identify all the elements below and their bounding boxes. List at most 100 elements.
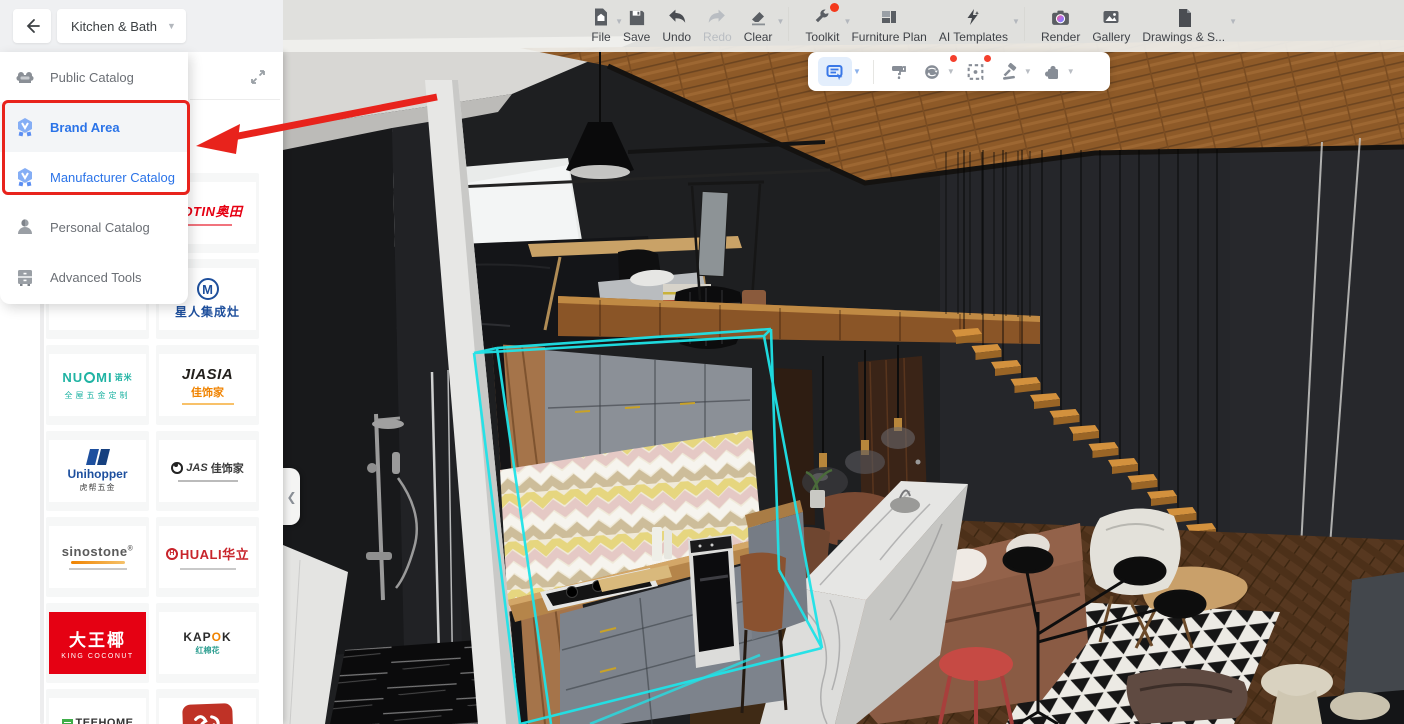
- caret-down-icon: ▼: [1066, 67, 1075, 76]
- notification-dot: [830, 3, 840, 12]
- annotate-tool-button[interactable]: ▼: [816, 55, 863, 88]
- brand-tile-huali[interactable]: H HUALI华立: [156, 517, 259, 597]
- panel-divider: [190, 99, 280, 100]
- category-label: Kitchen & Bath: [71, 18, 157, 34]
- app-window: ▼ File Save Undo Redo ▼ Clear ▼ Toolkit …: [0, 0, 1404, 724]
- redo-icon: [707, 5, 728, 29]
- brand-badge-icon: [18, 168, 32, 187]
- plugins-button[interactable]: ▼: [1038, 57, 1077, 87]
- file-icon: [591, 5, 611, 29]
- menu-item-advanced-tools[interactable]: Advanced Tools: [0, 252, 188, 302]
- undo-button[interactable]: Undo: [656, 3, 697, 46]
- brand-tile-sinostone[interactable]: sinostone®: [46, 517, 149, 597]
- render-button[interactable]: Render: [1035, 3, 1086, 46]
- save-button[interactable]: Save: [617, 3, 656, 46]
- menu-item-brand-area[interactable]: Brand Area: [0, 102, 188, 152]
- brand-logo-sinostone: sinostone®: [61, 544, 134, 559]
- gavel-tool-button[interactable]: ▼: [995, 57, 1034, 87]
- back-button[interactable]: [13, 9, 51, 43]
- logo-tagline-bar: [183, 223, 232, 226]
- document-icon: [1174, 5, 1194, 29]
- person-icon: [18, 219, 32, 234]
- drawings-button[interactable]: ▼ Drawings & S...: [1136, 3, 1237, 46]
- notification-dot: [982, 53, 992, 63]
- brand-logo-xingren: 星人集成灶: [174, 305, 240, 319]
- drawer-icon: [18, 270, 32, 286]
- file-button[interactable]: ▼ File: [585, 3, 623, 46]
- furniture-plan-button[interactable]: Furniture Plan: [845, 3, 932, 46]
- toolbar-divider: [788, 7, 790, 41]
- sidebar-header: Kitchen & Bath ▼: [0, 0, 283, 52]
- toolbar-divider: [872, 59, 874, 84]
- viewport-toolbar: ▼ ▼ ▼ ▼: [808, 52, 1110, 91]
- category-selector[interactable]: Kitchen & Bath ▼: [57, 9, 186, 43]
- paint-roller-button[interactable]: [884, 57, 914, 87]
- brand-tagline: 全屋五金定制: [64, 390, 131, 400]
- menu-item-manufacturer-catalog[interactable]: Manufacturer Catalog: [0, 152, 188, 202]
- toolbar-divider: [1023, 7, 1025, 41]
- material-sphere-button[interactable]: ▼: [918, 53, 958, 87]
- redo-button[interactable]: Redo: [697, 3, 738, 46]
- brand-logo-kapok: KAPOK: [183, 630, 232, 644]
- flash-icon: [963, 5, 983, 29]
- brand-tile-jiasia[interactable]: JIASIA 佳饰家: [156, 345, 259, 425]
- brand-logo-jas: JAS 佳饰家: [171, 460, 244, 476]
- gavel-icon: [997, 59, 1023, 85]
- camera-render-icon: [1050, 5, 1071, 29]
- brand-tile-teehome[interactable]: TEEHOME 天翔板业: [46, 689, 149, 724]
- brand-logo-jiasia: JIASIA: [181, 365, 234, 383]
- sofa-icon: [16, 72, 34, 83]
- back-arrow-icon: [26, 19, 40, 33]
- gallery-icon: [1101, 5, 1121, 29]
- logo-tagline-bar: [68, 568, 127, 570]
- caret-down-icon: ▼: [1023, 67, 1032, 76]
- paint-roller-icon: [886, 59, 912, 85]
- brand-tile-dawangye[interactable]: 大王椰 KING COCONUT: [46, 603, 149, 683]
- panel-collapse-handle[interactable]: ❮: [283, 468, 300, 525]
- annotate-tool-icon: [818, 57, 852, 86]
- brand-logo-dawangye: 大王椰: [69, 631, 126, 650]
- eraser-icon: [748, 5, 768, 29]
- caret-down-icon: ▼: [946, 67, 955, 76]
- wrench-icon: [812, 5, 832, 29]
- caret-down-icon: ▼: [1012, 17, 1020, 26]
- mirror: [697, 190, 729, 278]
- menu-item-personal-catalog[interactable]: Personal Catalog: [0, 202, 188, 252]
- caret-down-icon: ▼: [776, 17, 785, 26]
- menu-item-public-catalog[interactable]: Public Catalog: [0, 52, 188, 102]
- green-board-icon: [61, 718, 73, 724]
- brand-tile-unihopper[interactable]: Unihopper 虎帮五金: [46, 431, 149, 511]
- oven: [688, 534, 740, 668]
- caret-down-icon: ▼: [167, 21, 176, 31]
- logo-tagline-bar: [179, 568, 236, 570]
- ai-templates-button[interactable]: ▼ AI Templates: [933, 3, 1020, 46]
- catalog-menu: Public Catalog Brand Area Manufacturer C…: [0, 52, 188, 304]
- save-icon: [627, 5, 646, 29]
- brand-logo-huali: H HUALI华立: [165, 544, 249, 563]
- brand-tile-jas[interactable]: JAS 佳饰家: [156, 431, 259, 511]
- brand-logo-unihopper: Unihopper: [67, 467, 128, 481]
- furniture-plan-icon: [879, 5, 899, 29]
- material-sphere-icon: [920, 59, 946, 85]
- brand-logo-nuomi: NU MI 诺米: [62, 369, 133, 385]
- toolkit-button[interactable]: ▼ Toolkit: [799, 3, 851, 46]
- brand-tile-nuomi[interactable]: NU MI 诺米 全屋五金定制: [46, 345, 149, 425]
- gallery-button[interactable]: Gallery: [1086, 3, 1136, 46]
- brand-logo-mark: M: [196, 278, 219, 300]
- caret-down-icon: ▼: [853, 67, 861, 76]
- clear-button[interactable]: ▼ Clear: [738, 3, 784, 46]
- brand-logo-mark: [85, 449, 110, 465]
- expand-icon[interactable]: [250, 69, 266, 90]
- red-seal-logo: [181, 703, 234, 724]
- marquee-select-button[interactable]: [961, 53, 992, 87]
- logo-swoosh: [70, 561, 125, 564]
- brand-tile-seal[interactable]: [156, 689, 259, 724]
- logo-tagline-bar: [177, 480, 238, 482]
- puzzle-icon: [1040, 59, 1066, 85]
- brand-badge-icon: [18, 118, 32, 137]
- undo-icon: [666, 5, 687, 29]
- brand-tile-kapok[interactable]: KAPOK 红棉花: [156, 603, 259, 683]
- logo-tagline-bar: [181, 402, 234, 405]
- velvet-chair: [1126, 668, 1248, 724]
- scroll-strip[interactable]: [40, 300, 44, 724]
